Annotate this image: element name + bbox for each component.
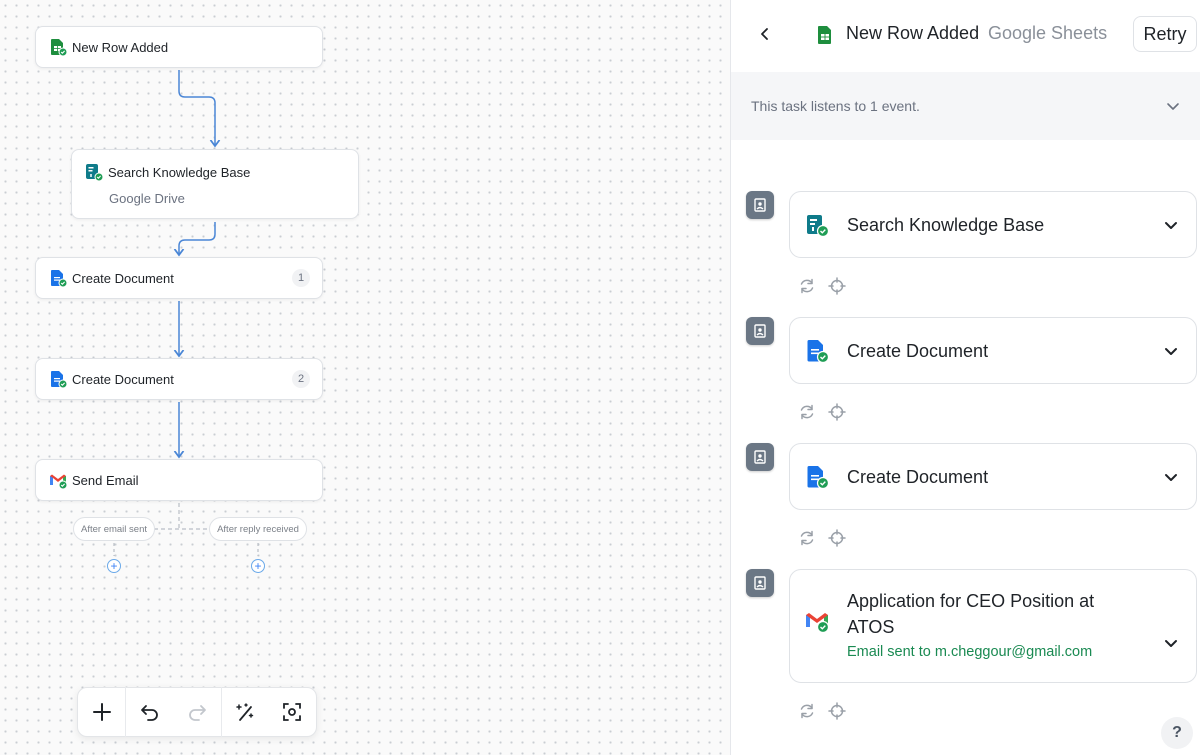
rerun-icon[interactable]	[797, 701, 817, 721]
event-info-text: This task listens to 1 event.	[751, 98, 920, 114]
help-button[interactable]: ?	[1161, 717, 1193, 749]
undo-icon	[140, 705, 158, 721]
step-actions	[797, 701, 847, 721]
add-icon	[92, 703, 111, 721]
redo-button[interactable]	[173, 687, 220, 737]
node-label: New Row Added	[72, 39, 169, 55]
chevron-down-icon	[1167, 103, 1179, 110]
undo-button[interactable]	[126, 687, 173, 737]
locate-icon[interactable]	[827, 701, 847, 721]
panel-app-name: Google Sheets	[988, 23, 1108, 43]
locate-icon[interactable]	[827, 528, 847, 548]
locate-icon[interactable]	[827, 402, 847, 422]
chevron-down-icon[interactable]	[1162, 342, 1180, 360]
edge-branch	[154, 503, 210, 530]
add-step-plus-icon[interactable]: +	[107, 559, 121, 573]
gmail-icon	[804, 608, 830, 634]
add-button[interactable]	[78, 687, 125, 737]
add-step-plus-icon[interactable]: +	[251, 559, 265, 573]
google-docs-icon	[804, 338, 830, 364]
google-docs-icon	[48, 268, 68, 288]
back-button[interactable]	[755, 24, 775, 44]
rerun-icon[interactable]	[797, 528, 817, 548]
step-avatar-icon	[746, 317, 774, 345]
node-search-knowledge-base[interactable]: Search Knowledge Base Google Drive	[71, 149, 359, 219]
step-avatar-icon	[746, 443, 774, 471]
chevron-left-icon	[761, 28, 768, 40]
node-index-badge: 1	[292, 269, 310, 287]
chevron-down-icon[interactable]	[1162, 468, 1180, 486]
retry-button[interactable]: Retry	[1133, 16, 1197, 52]
branch-after-reply-received[interactable]: After reply received	[209, 517, 307, 541]
redo-icon	[189, 705, 206, 721]
fit-view-icon	[283, 703, 302, 721]
step-title: Search Knowledge Base	[847, 214, 1045, 235]
rerun-icon[interactable]	[797, 276, 817, 296]
node-label: Create Document	[72, 270, 174, 286]
edge-2	[179, 222, 216, 255]
locate-icon[interactable]	[827, 276, 847, 296]
fit-view-button[interactable]	[269, 687, 316, 737]
node-index-badge: 2	[292, 370, 310, 388]
node-label: Create Document	[72, 371, 174, 387]
google-drive-search-icon	[84, 162, 104, 182]
step-avatar-icon	[746, 191, 774, 219]
gmail-icon	[48, 470, 68, 490]
google-drive-search-icon	[804, 212, 830, 238]
event-info-bar[interactable]: This task listens to 1 event.	[731, 72, 1200, 140]
task-detail-panel: New Row Added Google Sheets Retry This t…	[731, 0, 1200, 755]
step-subtitle: Email sent to m.cheggour@gmail.com	[847, 644, 1093, 660]
panel-title: New Row Added	[846, 23, 980, 43]
auto-layout-icon	[236, 703, 254, 721]
step-title: Create Document	[847, 466, 989, 487]
workflow-canvas[interactable]: New Row Added Search Knowledge Base Goog…	[0, 0, 731, 755]
chevron-down-icon[interactable]	[1162, 634, 1180, 652]
node-sublabel: Google Drive	[109, 191, 185, 206]
step-card-search-knowledge-base[interactable]: Search Knowledge Base	[789, 191, 1197, 258]
auto-layout-button[interactable]	[222, 687, 269, 737]
step-card-create-document-1[interactable]: Create Document	[789, 317, 1197, 384]
rerun-icon[interactable]	[797, 402, 817, 422]
node-create-document-2[interactable]: Create Document 2	[35, 358, 323, 400]
edge-1	[178, 70, 215, 146]
google-sheets-icon	[817, 25, 833, 45]
node-label: Search Knowledge Base	[108, 164, 251, 180]
step-title: Create Document	[847, 340, 989, 361]
step-actions	[797, 528, 847, 548]
node-send-email[interactable]: Send Email	[35, 459, 323, 501]
step-card-send-email[interactable]: Application for CEO Position at ATOS Ema…	[789, 569, 1197, 683]
branch-after-email-sent[interactable]: After email sent	[73, 517, 155, 541]
step-card-create-document-2[interactable]: Create Document	[789, 443, 1197, 510]
step-title: Application for CEO Position at ATOS	[847, 591, 1095, 637]
node-new-row-added[interactable]: New Row Added	[35, 26, 323, 68]
chevron-down-icon[interactable]	[1162, 216, 1180, 234]
node-label: Send Email	[72, 472, 139, 488]
canvas-toolbar	[77, 687, 317, 737]
google-sheets-icon	[48, 37, 68, 57]
node-create-document-1[interactable]: Create Document 1	[35, 257, 323, 299]
google-docs-icon	[804, 464, 830, 490]
step-avatar-icon	[746, 569, 774, 597]
step-actions	[797, 276, 847, 296]
step-actions	[797, 402, 847, 422]
google-docs-icon	[48, 369, 68, 389]
